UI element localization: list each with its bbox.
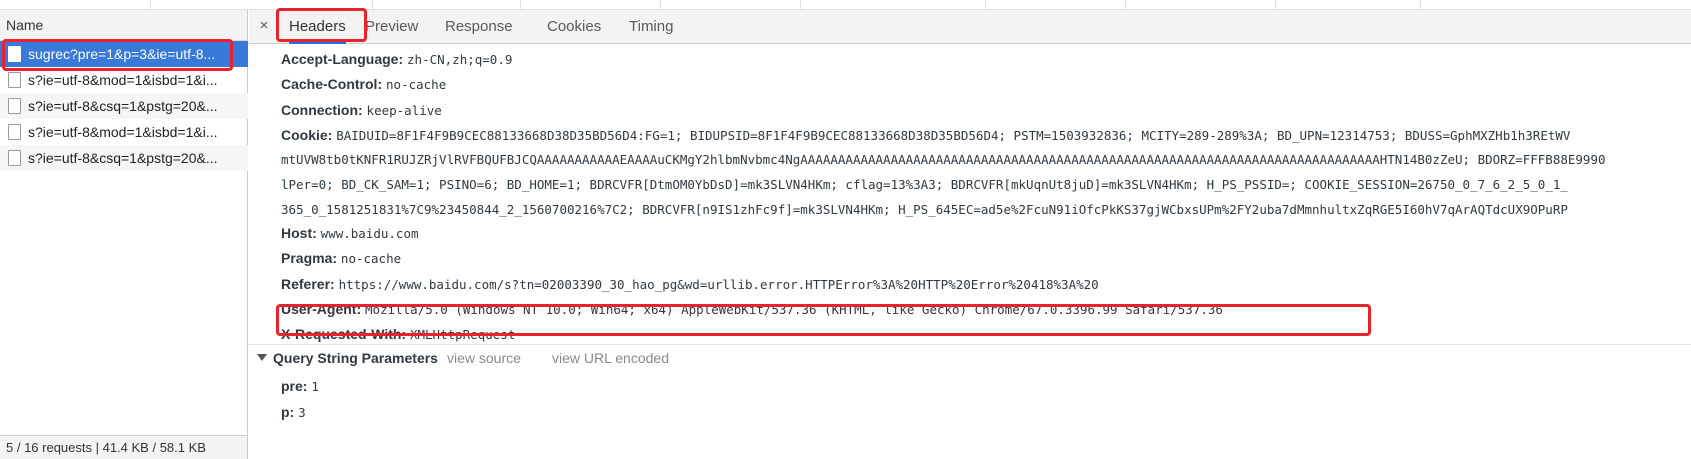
section-divider [249,344,1691,345]
cookie-continuation: lPer=0; BD_CK_SAM=1; PSINO=6; BD_HOME=1;… [281,177,1568,192]
strip-divider [1125,0,1126,10]
strip-divider [1275,0,1276,10]
request-summary-status: 5 / 16 requests | 41.4 KB / 58.1 KB [0,435,247,459]
document-icon [8,72,21,88]
header-key: Accept-Language: [281,51,404,67]
strip-divider [520,0,521,10]
waterfall-header-strip [0,0,1691,10]
request-name: sugrec?pre=1&p=3&ie=utf-8... [28,46,216,62]
tab-preview[interactable]: Preview [365,10,418,44]
request-row[interactable]: s?ie=utf-8&csq=1&pstg=20&... [0,145,248,171]
header-connection: Connection: keep-alive [281,101,442,120]
tab-headers[interactable]: Headers [289,10,346,44]
header-key: Referer: [281,276,335,292]
document-icon [8,98,21,114]
header-key: User-Agent: [281,301,362,317]
header-accept-language: Accept-Language: zh-CN,zh;q=0.9 [281,50,512,69]
query-param-row: p: 3 [281,404,306,420]
header-key: Cookie: [281,127,333,143]
header-key: Cache-Control: [281,76,383,92]
request-row[interactable]: s?ie=utf-8&csq=1&pstg=20&... [0,93,248,119]
header-referer: Referer: https://www.baidu.com/s?tn=0200… [281,275,1099,294]
view-url-encoded-link[interactable]: view URL encoded [552,350,669,366]
header-value: Mozilla/5.0 (Windows NT 10.0; Win64; x64… [365,302,1223,317]
query-param-row: pre: 1 [281,378,319,394]
header-key: Pragma: [281,250,338,266]
section-title-text: Query String Parameters [273,350,438,366]
strip-divider [985,0,986,10]
param-key: p: [281,404,295,420]
header-key: X-Requested-With: [281,326,407,342]
document-icon [8,150,21,166]
header-x-requested-with: X-Requested-With: XMLHttpRequest [281,325,515,344]
request-row[interactable]: s?ie=utf-8&mod=1&isbd=1&i... [0,67,248,93]
query-params-section-toggle[interactable]: Query String Parameters [257,350,438,366]
header-value: keep-alive [366,103,442,118]
request-details-panel: × Headers Preview Response Cookies Timin… [249,10,1691,459]
strip-divider [660,0,661,10]
header-cookie: Cookie: BAIDUID=8F1F4F9B9CEC88133668D38D… [281,126,1570,145]
tab-response[interactable]: Response [445,10,513,44]
cookie-continuation: mtUVW8tb0tKNFR1RUJZRjVlRVFBQUFBJCQAAAAAA… [281,152,1606,167]
request-name: s?ie=utf-8&csq=1&pstg=20&... [28,150,218,166]
param-value: 1 [311,379,319,394]
strip-divider [1420,0,1421,10]
close-icon[interactable]: × [255,17,273,35]
header-value: www.baidu.com [320,226,419,241]
details-tabbar: × Headers Preview Response Cookies Timin… [249,10,1691,44]
request-name: s?ie=utf-8&mod=1&isbd=1&i... [28,72,218,88]
tab-timing[interactable]: Timing [629,10,673,44]
request-list-panel: Name sugrec?pre=1&p=3&ie=utf-8... s?ie=u… [0,10,248,459]
header-value: no-cache [386,77,447,92]
request-row[interactable]: sugrec?pre=1&p=3&ie=utf-8... [0,41,248,67]
header-key: Host: [281,225,317,241]
param-key: pre: [281,378,308,394]
triangle-down-icon [257,353,267,361]
header-host: Host: www.baidu.com [281,224,419,243]
param-value: 3 [298,405,306,420]
strip-divider [800,0,801,10]
header-value: BAIDUID=8F1F4F9B9CEC88133668D38D35BD56D4… [336,128,1571,143]
header-value: no-cache [340,251,402,266]
header-user-agent: User-Agent: Mozilla/5.0 (Windows NT 10.0… [281,300,1223,319]
header-key: Connection: [281,102,363,118]
strip-divider [372,0,373,10]
request-row[interactable]: s?ie=utf-8&mod=1&isbd=1&i... [0,119,248,145]
tab-cookies[interactable]: Cookies [547,10,601,44]
header-cache-control: Cache-Control: no-cache [281,75,446,94]
headers-content: Accept-Language: zh-CN,zh;q=0.9 Cache-Co… [249,45,1691,459]
header-pragma: Pragma: no-cache [281,249,401,268]
strip-divider [150,0,151,10]
view-source-link[interactable]: view source [447,350,521,366]
request-name: s?ie=utf-8&mod=1&isbd=1&i... [28,124,218,140]
cookie-continuation: 365_0_1581251831%7C9%23450844_2_15607002… [281,202,1568,217]
header-value: XMLHttpRequest [409,327,516,342]
name-column-header[interactable]: Name [0,10,247,41]
document-icon [8,46,21,62]
header-value: https://www.baidu.com/s?tn=02003390_30_h… [338,277,1099,292]
request-name: s?ie=utf-8&csq=1&pstg=20&... [28,98,218,114]
header-value: zh-CN,zh;q=0.9 [407,52,513,67]
document-icon [8,124,21,140]
